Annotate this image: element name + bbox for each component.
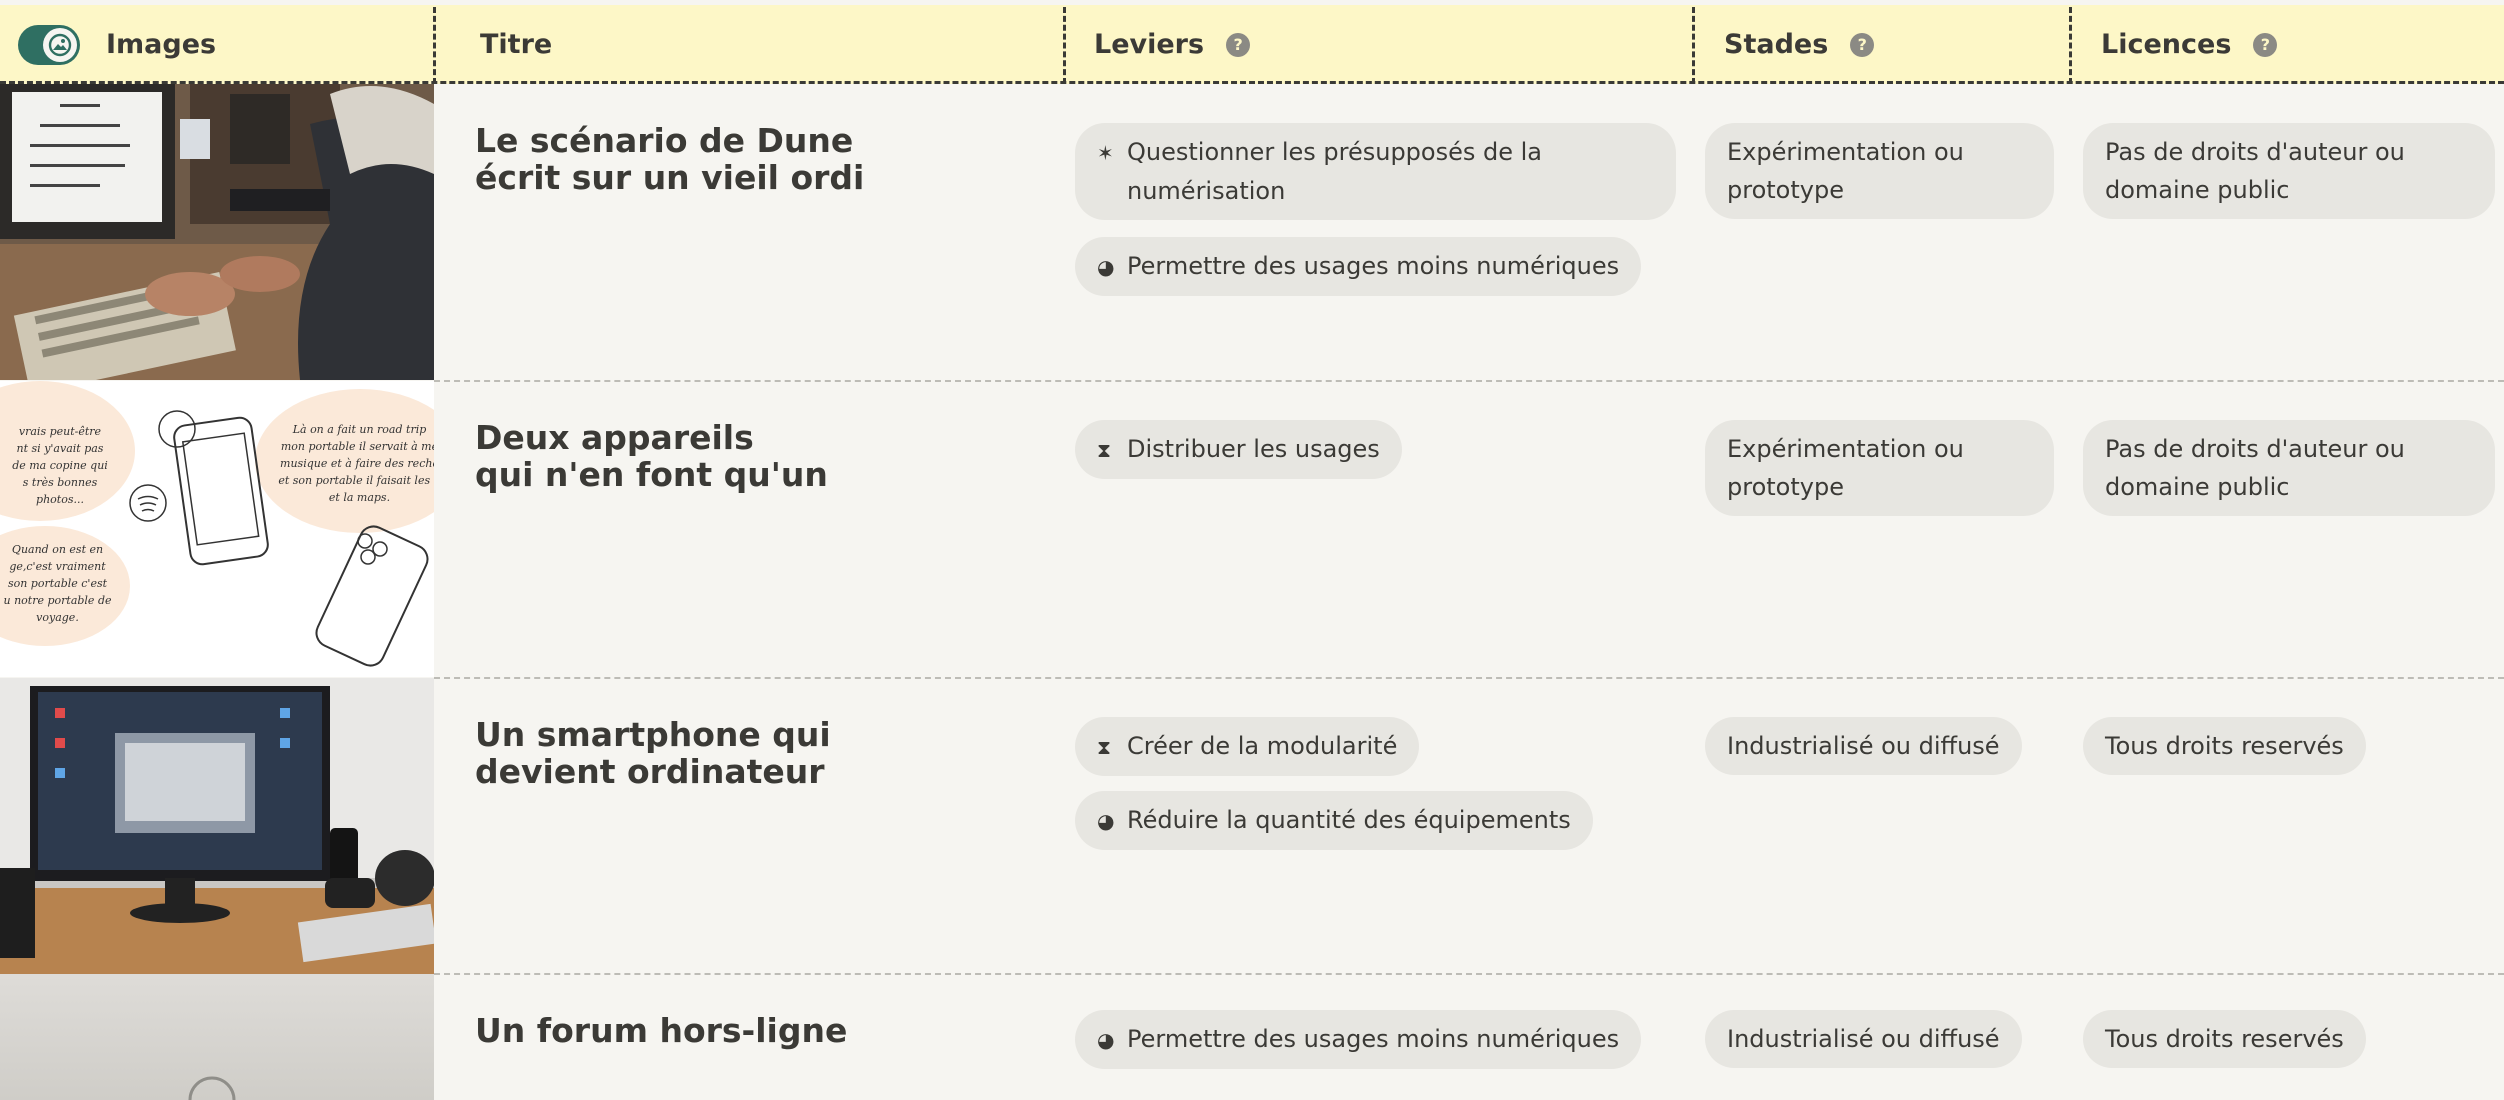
image-icon xyxy=(43,27,77,62)
illustration-line: ge,c'est vraiment xyxy=(9,560,106,573)
header-divider xyxy=(1063,7,1066,84)
stade-label: Expérimentation ou xyxy=(1727,138,1964,166)
table-row[interactable]: Un smartphone qui devient ordinateur ⧗ Cr… xyxy=(0,678,2504,974)
row-title-line: Le scénario de Dune xyxy=(475,121,854,160)
licence-tag[interactable]: Tous droits reservés xyxy=(2083,717,2366,775)
licences-help-icon[interactable]: ? xyxy=(2253,32,2278,57)
licence-label: domaine public xyxy=(2105,176,2290,204)
licence-label: domaine public xyxy=(2105,473,2290,501)
stade-tag[interactable]: Industrialisé ou diffusé xyxy=(1705,717,2022,775)
licences-label: Licences xyxy=(2101,29,2232,60)
titre-label: Titre xyxy=(480,29,553,60)
stade-label: prototype xyxy=(1727,473,1844,501)
header-divider xyxy=(1692,7,1695,84)
row-thumbnail-two-devices[interactable]: vrais peut-être nt si y'avait pas de ma … xyxy=(0,381,434,677)
illustration-line: vrais peut-être xyxy=(18,425,102,438)
row-title[interactable]: Un forum hors-ligne xyxy=(475,1012,1035,1049)
illustration-text: Là on a fait un road trip mon portable i… xyxy=(272,421,434,506)
illustration-line: musique et à faire des reche xyxy=(280,457,434,470)
row-title-line: Un forum hors-ligne xyxy=(475,1011,848,1050)
row-title[interactable]: Un smartphone qui devient ordinateur xyxy=(475,716,1035,790)
licence-label: Tous droits reservés xyxy=(2105,1025,2344,1053)
stade-tag[interactable]: Industrialisé ou diffusé xyxy=(1705,1010,2022,1068)
illustration-line: son portable c'est xyxy=(7,577,108,590)
row-title-line: Un smartphone qui xyxy=(475,715,831,754)
half-circle-icon: ◕ xyxy=(1097,809,1115,833)
licence-label: Tous droits reservés xyxy=(2105,732,2344,760)
lever-label: Questionner les présupposés de la xyxy=(1127,138,1542,166)
lever-label: Créer de la modularité xyxy=(1127,732,1398,760)
table-row[interactable]: vrais peut-être nt si y'avait pas de ma … xyxy=(0,381,2504,677)
stades-label: Stades xyxy=(1724,29,1829,60)
lever-tag[interactable]: ⧗ Créer de la modularité xyxy=(1075,717,1420,776)
illustration-line: et la maps. xyxy=(328,491,391,504)
licence-tag[interactable]: Pas de droits d'auteur ou domaine public xyxy=(2083,420,2495,516)
illustration-text: vrais peut-être nt si y'avait pas de ma … xyxy=(0,423,120,508)
illustration-line: de ma copine qui xyxy=(12,459,108,472)
illustration-line: nt si y'avait pas xyxy=(16,442,104,455)
illustration-line: u notre portable de xyxy=(3,594,112,607)
row-thumbnail-placeholder[interactable] xyxy=(0,974,434,1100)
licences-column-header[interactable]: Licences ? xyxy=(2101,5,2278,84)
images-label: Images xyxy=(106,29,217,60)
lever-tag[interactable]: ◕ Permettre des usages moins numériques xyxy=(1075,237,1642,296)
lever-tag[interactable]: ⧗ Distribuer les usages xyxy=(1075,420,1402,479)
licence-label: Pas de droits d'auteur ou xyxy=(2105,435,2405,463)
images-column-header: Images xyxy=(18,5,216,84)
row-thumbnail-smartphone-desktop[interactable] xyxy=(0,678,434,974)
stades-help-icon[interactable]: ? xyxy=(1850,32,1875,57)
table-row[interactable]: Le scénario de Dune écrit sur un vieil o… xyxy=(0,84,2504,380)
stade-label: prototype xyxy=(1727,176,1844,204)
licence-tag[interactable]: Tous droits reservés xyxy=(2083,1010,2366,1068)
leviers-column-header[interactable]: Leviers ? xyxy=(1094,5,1251,84)
stades-column-header[interactable]: Stades ? xyxy=(1724,5,1875,84)
stade-label: Expérimentation ou xyxy=(1727,435,1964,463)
lever-label: Permettre des usages moins numériques xyxy=(1127,252,1620,280)
lever-label: Permettre des usages moins numériques xyxy=(1127,1025,1620,1053)
lever-tag[interactable]: ◕ Réduire la quantité des équipements xyxy=(1075,791,1593,850)
half-circle-icon: ◕ xyxy=(1097,255,1115,279)
table-header: Images Titre Leviers ? Stades ? Licences… xyxy=(0,5,2504,84)
stade-tag[interactable]: Expérimentation ou prototype xyxy=(1705,420,2054,516)
row-thumbnail-old-computer[interactable] xyxy=(0,84,434,380)
lever-tag[interactable]: ✶ Questionner les présupposés de la numér… xyxy=(1075,123,1676,220)
row-title-line: écrit sur un vieil ordi xyxy=(475,158,865,197)
row-title-line: Deux appareils xyxy=(475,418,754,457)
images-toggle[interactable] xyxy=(18,24,80,65)
leviers-label: Leviers xyxy=(1094,29,1205,60)
illustration-line: mon portable il servait à me xyxy=(280,440,434,453)
stade-label: Industrialisé ou diffusé xyxy=(1727,1025,2000,1053)
row-title[interactable]: Le scénario de Dune écrit sur un vieil o… xyxy=(475,122,1035,196)
star-icon: ✶ xyxy=(1097,141,1114,165)
half-circle-icon: ◕ xyxy=(1097,1028,1115,1052)
hourglass-icon: ⧗ xyxy=(1097,438,1112,462)
table-row[interactable]: Un forum hors-ligne ◕ Permettre des usage… xyxy=(0,974,2504,1100)
lever-tag[interactable]: ◕ Permettre des usages moins numériques xyxy=(1075,1010,1642,1069)
illustration-line: Quand on est en xyxy=(11,543,104,556)
illustration-line: s très bonnes xyxy=(22,476,98,489)
hourglass-icon: ⧗ xyxy=(1097,735,1112,759)
row-title-line: qui n'en font qu'un xyxy=(475,455,828,494)
lever-label: Distribuer les usages xyxy=(1127,435,1380,463)
lever-label: Réduire la quantité des équipements xyxy=(1127,806,1571,834)
header-divider xyxy=(433,7,436,84)
row-title[interactable]: Deux appareils qui n'en font qu'un xyxy=(475,419,1035,493)
lever-label: numérisation xyxy=(1127,177,1286,205)
illustration-text: Quand on est en ge,c'est vraiment son po… xyxy=(0,541,115,626)
stade-label: Industrialisé ou diffusé xyxy=(1727,732,2000,760)
licence-tag[interactable]: Pas de droits d'auteur ou domaine public xyxy=(2083,123,2495,219)
leviers-help-icon[interactable]: ? xyxy=(1226,32,1251,57)
illustration-line: photos... xyxy=(36,493,84,506)
row-title-line: devient ordinateur xyxy=(475,752,825,791)
illustration-line: voyage. xyxy=(36,611,79,624)
illustration-line: Là on a fait un road trip xyxy=(292,423,427,436)
header-divider xyxy=(2069,7,2072,84)
stade-tag[interactable]: Expérimentation ou prototype xyxy=(1705,123,2054,219)
titre-column-header[interactable]: Titre xyxy=(480,5,552,84)
licence-label: Pas de droits d'auteur ou xyxy=(2105,138,2405,166)
illustration-line: et son portable il faisait les p xyxy=(278,474,434,487)
